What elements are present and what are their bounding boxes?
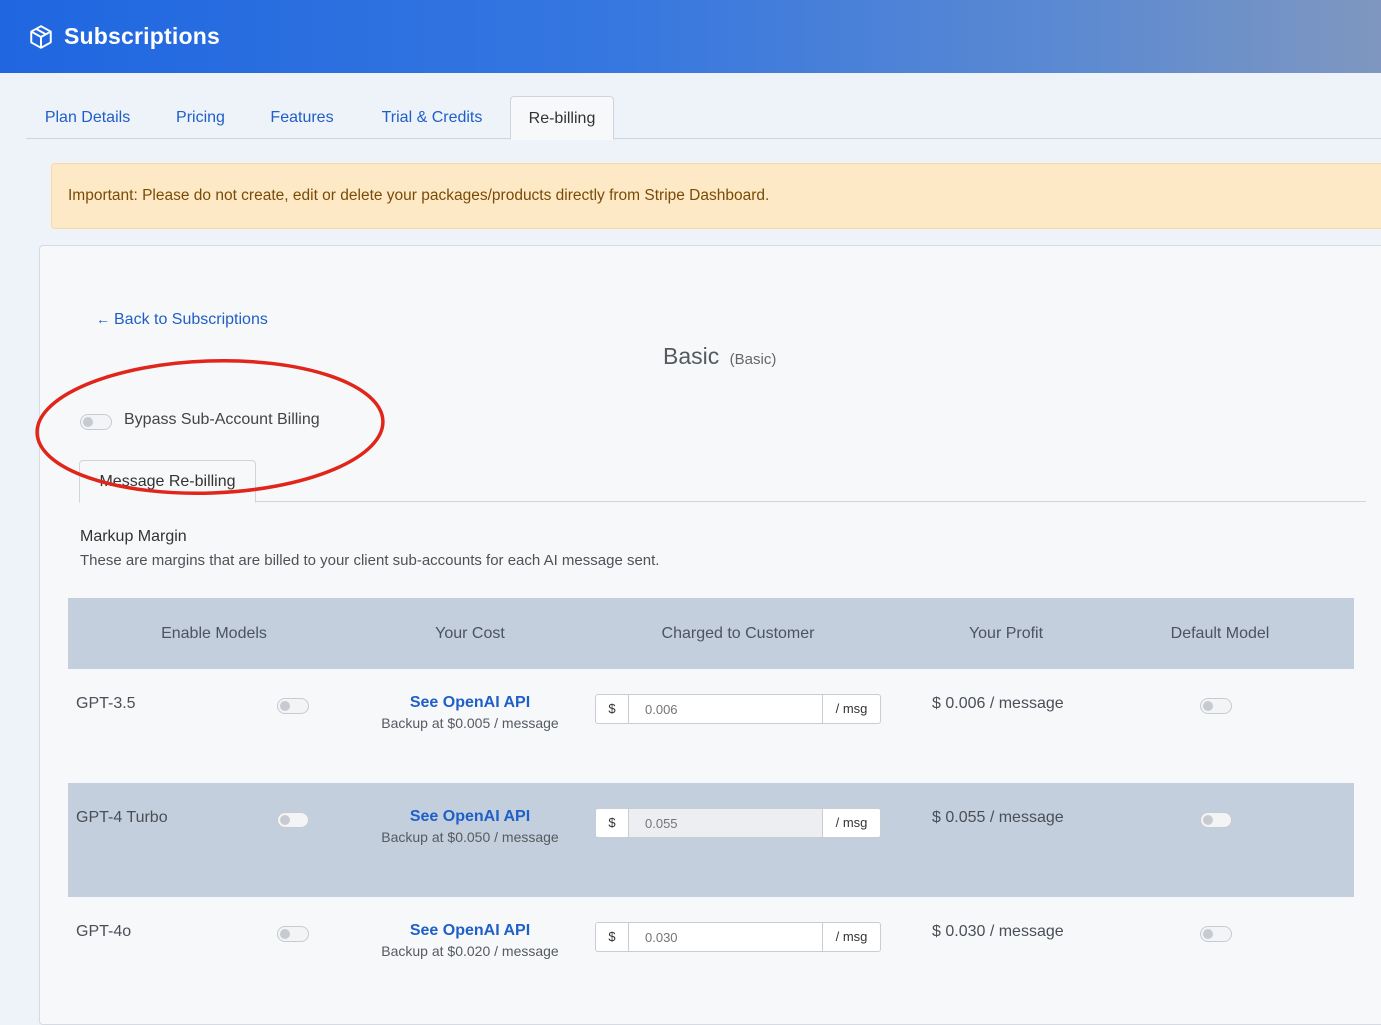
enable-model-toggle[interactable]: [277, 812, 309, 828]
profit-value: $ 0.055 / message: [932, 809, 1064, 826]
back-link-label: Back to Subscriptions: [114, 311, 268, 328]
per-msg-addon: / msg: [822, 809, 880, 837]
markup-margin-title: Markup Margin: [80, 528, 187, 545]
charge-input[interactable]: [629, 923, 822, 951]
arrow-left-icon: ←: [96, 311, 110, 327]
page-title: Subscriptions: [64, 23, 220, 49]
charge-input[interactable]: [629, 809, 822, 837]
tab-bar: Plan Details Pricing Features Trial & Cr…: [26, 96, 1381, 140]
default-model-toggle[interactable]: [1200, 812, 1232, 828]
charge-input-group: $ / msg: [595, 808, 881, 838]
currency-addon: $: [596, 923, 629, 951]
backup-cost: Backup at $0.020 / message: [381, 943, 559, 959]
profit-value: $ 0.030 / message: [932, 923, 1064, 940]
back-to-subscriptions-link[interactable]: ← Back to Subscriptions: [96, 311, 268, 329]
box-icon: [30, 24, 52, 49]
charge-input-group: $ / msg: [595, 694, 881, 724]
header-charged-to-customer: Charged to Customer: [661, 625, 815, 642]
cost-cell: See OpenAI API Backup at $0.020 / messag…: [370, 922, 570, 962]
bypass-billing-label: Bypass Sub-Account Billing: [124, 411, 320, 428]
model-name: GPT-3.5: [76, 695, 136, 712]
plan-name: Basic: [663, 343, 720, 369]
plan-title: Basic (Basic): [663, 343, 776, 370]
header-your-cost: Your Cost: [435, 625, 505, 642]
bypass-billing-toggle[interactable]: [80, 414, 112, 430]
enable-model-toggle[interactable]: [277, 698, 309, 714]
plan-subname: (Basic): [729, 351, 777, 368]
header-your-profit: Your Profit: [968, 625, 1044, 642]
per-msg-addon: / msg: [822, 695, 880, 723]
cost-cell: See OpenAI API Backup at $0.050 / messag…: [370, 808, 570, 848]
model-name: GPT-4 Turbo: [76, 809, 168, 826]
see-openai-api-link[interactable]: See OpenAI API: [370, 808, 570, 826]
tab-trial-credits[interactable]: Trial & Credits: [366, 96, 498, 139]
header-default-model: Default Model: [1170, 625, 1270, 642]
cost-cell: See OpenAI API Backup at $0.005 / messag…: [370, 694, 570, 734]
markup-margin-description: These are margins that are billed to you…: [80, 552, 660, 569]
table-row: GPT-4o See OpenAI API Backup at $0.020 /…: [68, 897, 1354, 1011]
charge-input[interactable]: [629, 695, 822, 723]
profit-value: $ 0.006 / message: [932, 695, 1064, 712]
tab-plan-details[interactable]: Plan Details: [26, 96, 149, 139]
table-row: GPT-3.5 See OpenAI API Backup at $0.005 …: [68, 669, 1354, 783]
table-row: GPT-4 Turbo See OpenAI API Backup at $0.…: [68, 783, 1354, 897]
stripe-warning-alert: Important: Please do not create, edit or…: [51, 163, 1381, 229]
currency-addon: $: [596, 695, 629, 723]
subtab-bar: Message Re-billing: [79, 460, 1366, 503]
tab-features[interactable]: Features: [256, 96, 348, 139]
charge-input-group: $ / msg: [595, 922, 881, 952]
enable-model-toggle[interactable]: [277, 926, 309, 942]
backup-cost: Backup at $0.050 / message: [381, 829, 559, 845]
default-model-toggle[interactable]: [1200, 926, 1232, 942]
model-name: GPT-4o: [76, 923, 132, 940]
currency-addon: $: [596, 809, 629, 837]
app-header: Subscriptions: [0, 0, 1381, 73]
table-header: Enable Models Your Cost Charged to Custo…: [68, 598, 1354, 669]
tab-re-billing[interactable]: Re-billing: [510, 96, 614, 140]
see-openai-api-link[interactable]: See OpenAI API: [370, 922, 570, 940]
see-openai-api-link[interactable]: See OpenAI API: [370, 694, 570, 712]
default-model-toggle[interactable]: [1200, 698, 1232, 714]
per-msg-addon: / msg: [822, 923, 880, 951]
tab-message-rebilling[interactable]: Message Re-billing: [79, 460, 256, 503]
tab-pricing[interactable]: Pricing: [158, 96, 243, 139]
header-enable-models: Enable Models: [161, 625, 267, 642]
backup-cost: Backup at $0.005 / message: [381, 715, 559, 731]
